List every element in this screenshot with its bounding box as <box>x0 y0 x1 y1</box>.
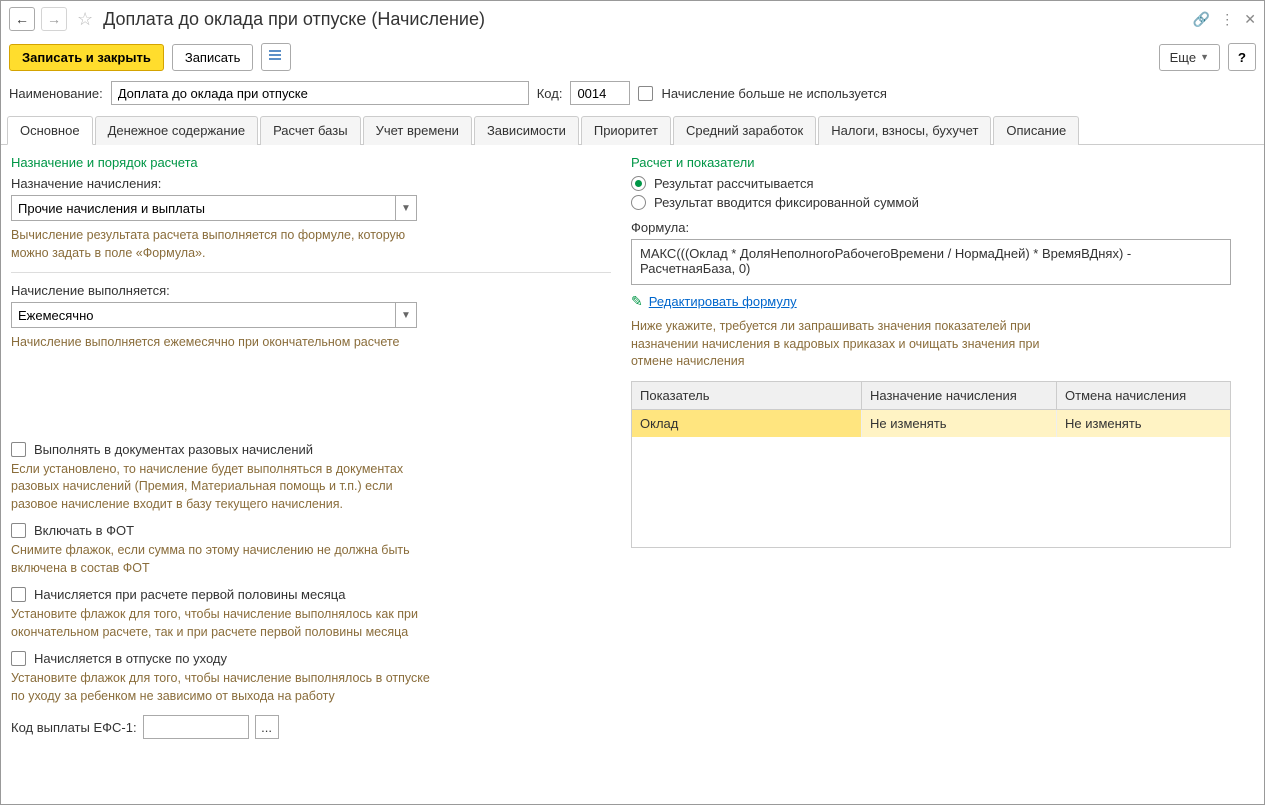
exec-dropdown[interactable] <box>11 302 395 328</box>
efs-input[interactable] <box>143 715 249 739</box>
formula-box[interactable]: МАКС(((Оклад * ДоляНеполногоРабочегоВрем… <box>631 239 1231 285</box>
table-hint: Ниже укажите, требуется ли запрашивать з… <box>631 318 1051 371</box>
save-button[interactable]: Записать <box>172 44 254 71</box>
section-purpose: Назначение и порядок расчета <box>11 155 611 170</box>
tab-tax[interactable]: Налоги, взносы, бухучет <box>818 116 991 145</box>
efs-label: Код выплаты ЕФС-1: <box>11 720 137 735</box>
cb-firsthalf[interactable] <box>11 587 26 602</box>
not-used-label: Начисление больше не используется <box>661 86 886 101</box>
more-button[interactable]: Еще▼ <box>1159 44 1220 71</box>
tab-deps[interactable]: Зависимости <box>474 116 579 145</box>
exec-hint: Начисление выполняется ежемесячно при ок… <box>11 334 611 352</box>
radio-calculated[interactable] <box>631 176 646 191</box>
section-calc: Расчет и показатели <box>631 155 1254 170</box>
efs-picker-button[interactable]: ... <box>255 715 279 739</box>
help-button[interactable]: ? <box>1228 43 1256 71</box>
edit-formula-link[interactable]: Редактировать формулу <box>649 294 797 309</box>
purpose-dropdown[interactable] <box>11 195 395 221</box>
tab-main[interactable]: Основное <box>7 116 93 145</box>
purpose-label: Назначение начисления: <box>11 176 611 191</box>
cb-fot[interactable] <box>11 523 26 538</box>
exec-label: Начисление выполняется: <box>11 283 611 298</box>
radio-fixed-label: Результат вводится фиксированной суммой <box>654 195 919 210</box>
th-assign[interactable]: Назначение начисления <box>862 382 1057 409</box>
cell-indicator: Оклад <box>632 410 862 437</box>
table-row[interactable]: Оклад Не изменять Не изменять <box>632 410 1230 437</box>
save-and-close-button[interactable]: Записать и закрыть <box>9 44 164 71</box>
list-icon <box>269 50 283 64</box>
window-title: Доплата до оклада при отпуске (Начислени… <box>103 9 1187 30</box>
cb-firsthalf-label: Начисляется при расчете первой половины … <box>34 587 345 602</box>
cb-leave[interactable] <box>11 651 26 666</box>
cb-onetime-label: Выполнять в документах разовых начислени… <box>34 442 313 457</box>
tabs-bar: Основное Денежное содержание Расчет базы… <box>1 115 1264 145</box>
menu-icon[interactable]: ⋮ <box>1220 11 1234 28</box>
exec-dropdown-btn[interactable]: ▼ <box>395 302 417 328</box>
radio-calculated-label: Результат рассчитывается <box>654 176 814 191</box>
purpose-dropdown-btn[interactable]: ▼ <box>395 195 417 221</box>
name-label: Наименование: <box>9 86 103 101</box>
tab-base[interactable]: Расчет базы <box>260 116 361 145</box>
forward-button[interactable]: → <box>41 7 67 31</box>
th-indicator[interactable]: Показатель <box>632 382 862 409</box>
tab-desc[interactable]: Описание <box>993 116 1079 145</box>
cell-cancel: Не изменять <box>1057 410 1230 437</box>
cb-fot-label: Включать в ФОТ <box>34 523 134 538</box>
cb-onetime-hint: Если установлено, то начисление будет вы… <box>11 461 431 514</box>
th-cancel[interactable]: Отмена начисления <box>1057 382 1230 409</box>
indicators-table: Показатель Назначение начисления Отмена … <box>631 381 1231 548</box>
cb-fot-hint: Снимите флажок, если сумма по этому начи… <box>11 542 431 577</box>
tab-money[interactable]: Денежное содержание <box>95 116 258 145</box>
tab-avg[interactable]: Средний заработок <box>673 116 816 145</box>
radio-fixed[interactable] <box>631 195 646 210</box>
cell-assign: Не изменять <box>862 410 1057 437</box>
cb-onetime[interactable] <box>11 442 26 457</box>
code-label: Код: <box>537 86 563 101</box>
cb-leave-label: Начисляется в отпуске по уходу <box>34 651 227 666</box>
tab-time[interactable]: Учет времени <box>363 116 472 145</box>
favorite-icon[interactable]: ☆ <box>77 9 93 30</box>
formula-label: Формула: <box>631 220 1254 235</box>
list-button[interactable] <box>261 43 291 71</box>
tab-priority[interactable]: Приоритет <box>581 116 671 145</box>
pencil-icon: ✎ <box>631 293 643 310</box>
back-button[interactable]: ← <box>9 7 35 31</box>
code-input[interactable] <box>570 81 630 105</box>
close-icon[interactable]: ✕ <box>1244 11 1256 28</box>
cb-leave-hint: Установите флажок для того, чтобы начисл… <box>11 670 431 705</box>
name-input[interactable] <box>111 81 529 105</box>
link-icon[interactable]: 🔗 <box>1193 11 1210 28</box>
purpose-hint: Вычисление результата расчета выполняетс… <box>11 227 411 262</box>
not-used-checkbox[interactable] <box>638 86 653 101</box>
cb-firsthalf-hint: Установите флажок для того, чтобы начисл… <box>11 606 431 641</box>
